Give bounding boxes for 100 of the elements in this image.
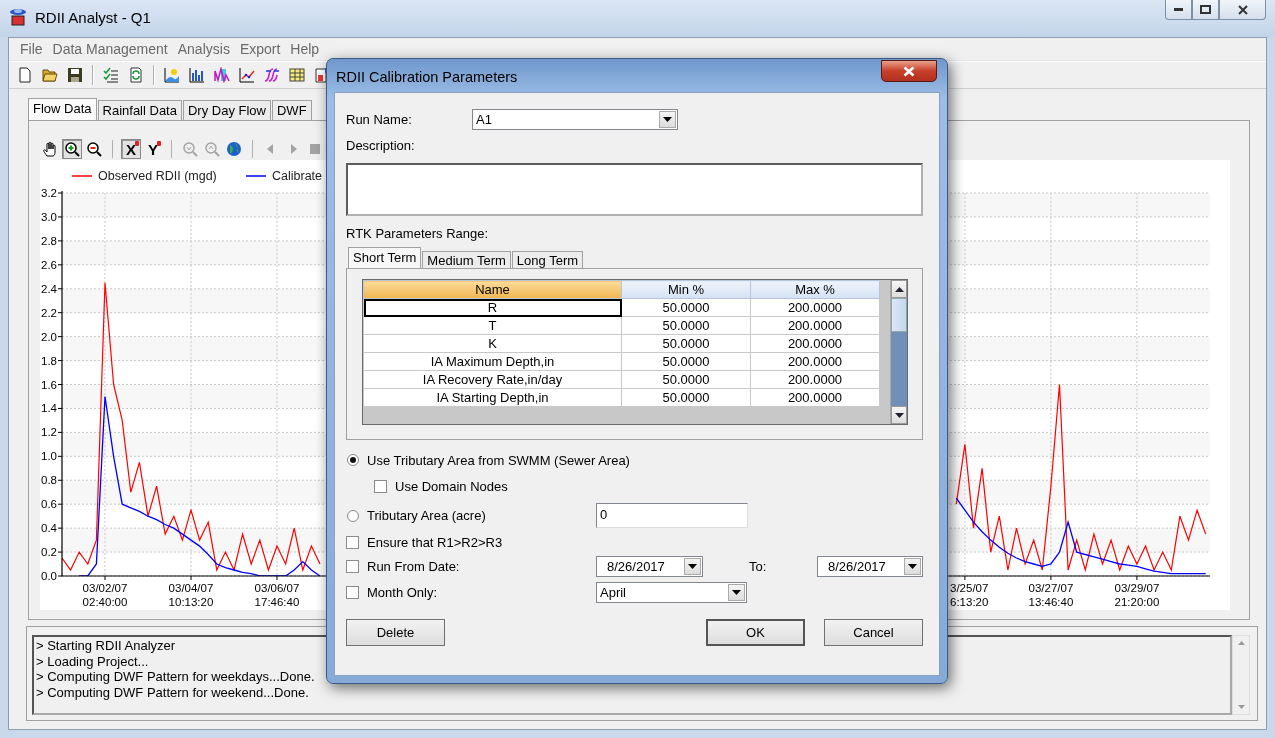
scroll-up-icon[interactable] [894,286,904,292]
y-tick-label: 2.0 [41,330,57,343]
tab[interactable]: Dry Day Flow [182,100,271,120]
menu-item[interactable]: Data Management [48,41,172,57]
refresh-document-icon[interactable] [128,67,144,83]
y-tick-label: 0.2 [41,546,57,559]
area-field[interactable]: 0 [596,503,748,528]
y-tick-label: 2.4 [41,282,57,295]
close-icon [903,65,915,77]
y-tick-label: 0.8 [41,474,57,487]
zoom-out-button[interactable] [84,139,104,159]
log-line: > Starting RDII Analyzer [36,638,177,654]
x-scale-button[interactable]: X [121,139,141,159]
section-label: RTK Parameters Range: [346,226,489,241]
date-picker[interactable]: 8/26/2017 [817,556,923,577]
dialog-button[interactable]: OK [706,619,805,646]
y-tick-label: 3.2 [41,187,57,199]
log-line: > Loading Project... [36,653,150,669]
description-label: Description: [346,138,415,153]
x-tick-label: 03/29/07 21:20:00 [1114,582,1160,608]
option-label: Run From Date: [367,559,460,574]
y-tick-label: 1.2 [41,426,57,439]
run-name-label: Run Name: [346,112,413,127]
zoom-in-button[interactable] [62,139,82,159]
tab[interactable]: Medium Term [422,251,511,268]
undo-zoom-icon [182,141,198,157]
pan-icon [42,141,58,157]
x-tick-label: 03/27/07 13:46:40 [1028,582,1074,608]
caret-icon [663,117,672,122]
date-picker[interactable]: 8/26/2017 [596,556,703,577]
checkbox[interactable] [374,479,387,493]
option-label: Use Tributary Area from SWMM (Sewer Area) [367,452,630,468]
sun-chart-icon[interactable] [164,67,180,83]
zoom-out-icon [86,141,102,157]
save-icon[interactable] [67,67,83,83]
dialog-button[interactable]: Delete [346,619,445,646]
checkbox[interactable] [346,535,359,549]
caret-icon [732,590,741,595]
new-file-icon[interactable] [17,67,33,83]
minimize-button[interactable] [1165,0,1192,20]
checkbox[interactable] [346,586,359,599]
y-scale-button[interactable]: Y [143,139,163,159]
to-label: To: [749,559,768,574]
checkbox[interactable] [346,560,359,573]
x-tick-label: 03/06/07 17:46:40 [254,582,300,608]
column-header[interactable]: Name [363,280,622,299]
checklist-icon[interactable] [103,67,119,83]
maximize-button[interactable] [1192,0,1219,20]
legend-label: Observed RDII (mgd) [98,169,217,183]
menu-item[interactable]: File [16,41,47,57]
caret-icon [688,564,697,569]
tab[interactable]: DWF [272,100,312,120]
tab[interactable]: Rainfall Data [97,100,182,120]
month-dropdown[interactable]: April [596,582,747,603]
tab[interactable]: Flow Data [28,98,97,120]
column-header[interactable]: Max % [750,280,880,299]
y-tick-label: 2.6 [41,258,57,271]
dialog-button[interactable]: Cancel [824,619,923,646]
zoom-in-icon [64,141,80,157]
dialog-title: RDII Calibration Parameters [336,69,518,85]
globe-icon [226,141,242,157]
radio-button[interactable] [347,509,359,522]
scrollbar[interactable] [890,280,907,424]
option-label: Ensure that R1>R2>R3 [367,534,503,550]
y-tick-label: 3.0 [41,210,57,223]
y-tick-label: 0.0 [41,570,57,582]
minimize-icon [1174,8,1183,11]
close-button[interactable] [881,60,937,82]
hydrograph-icon[interactable] [214,67,230,83]
table-icon[interactable] [289,67,305,83]
option-label: Use Domain Nodes [395,478,508,494]
menu-item[interactable]: Help [286,41,324,57]
close-button[interactable] [1219,0,1266,20]
maximize-icon [1200,5,1211,14]
y-tick-label: 2.8 [41,234,57,247]
menu-item[interactable]: Analysis [173,41,234,57]
tab[interactable]: Short Term [348,247,422,268]
app-icon [8,7,28,27]
x-tick-label: 3/25/07 6:13:20 [950,582,989,608]
y-tick-label: 2.2 [41,306,57,319]
option-label: Tributary Area (acre) [367,508,486,523]
y-tick-label: 0.6 [41,498,57,511]
radio-button[interactable] [347,454,359,466]
globe-button[interactable] [224,139,244,159]
close-icon [1237,4,1248,15]
scroll-down-icon[interactable] [894,412,904,418]
y-tick-label: 1.8 [41,354,57,367]
menu-item[interactable]: Export [235,41,285,57]
legend-label: Calibrate [272,169,323,183]
column-header[interactable]: Min % [621,280,751,299]
run-name-dropdown[interactable]: A1 [472,109,678,130]
bar-chart-icon[interactable] [189,67,205,83]
description-field[interactable] [346,163,923,216]
line-chart-icon[interactable] [239,67,255,83]
y-tick-label: 1.0 [41,450,57,463]
caret-icon [908,564,917,569]
tab[interactable]: Long Term [511,251,584,268]
x-tick-label: 03/02/07 02:40:00 [82,582,128,608]
open-folder-icon[interactable] [42,67,58,83]
y-tick-label: 1.6 [41,378,57,391]
